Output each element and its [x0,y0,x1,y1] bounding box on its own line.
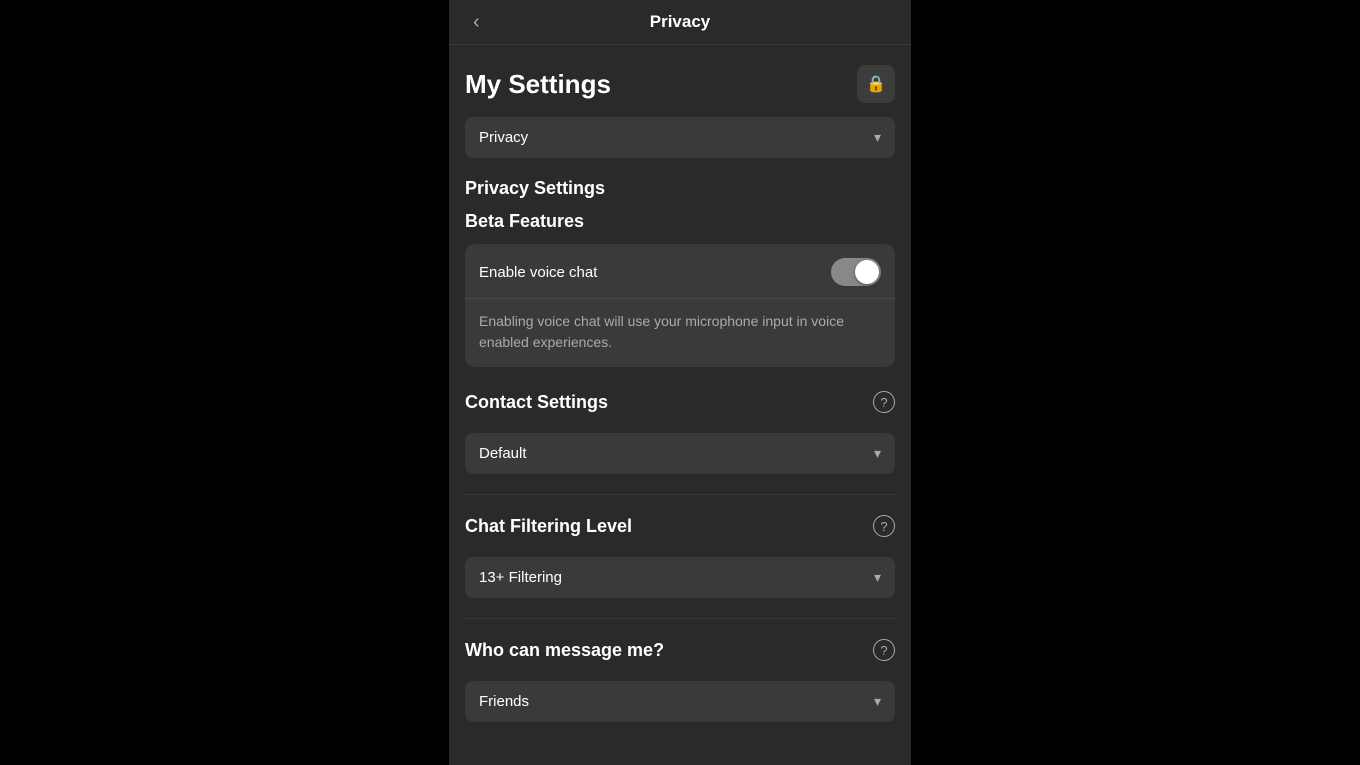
beta-features-card: Enable voice chat Enabling voice chat wi… [465,244,895,367]
contact-settings-section: Contact Settings ? Default ▾ [465,391,895,474]
enable-voice-chat-row: Enable voice chat [465,244,895,299]
who-can-message-help-icon[interactable]: ? [873,639,895,661]
who-can-message-title: Who can message me? [465,640,664,661]
contact-settings-help-icon[interactable]: ? [873,391,895,413]
privacy-dropdown[interactable]: Privacy ▾ [465,117,895,158]
contact-settings-header-row: Contact Settings ? [465,391,895,413]
privacy-dropdown-label: Privacy [479,129,528,146]
chat-filtering-dropdown-label: 13+ Filtering [479,569,562,586]
back-button[interactable]: ‹ [465,7,488,38]
contact-settings-dropdown-label: Default [479,445,527,462]
header-title: Privacy [650,12,711,32]
who-can-message-dropdown[interactable]: Friends ▾ [465,681,895,722]
divider-1 [465,494,895,495]
who-can-message-arrow-icon: ▾ [874,693,881,710]
contact-settings-dropdown[interactable]: Default ▾ [465,433,895,474]
content: My Settings 🔒 Privacy ▾ Privacy Settings… [449,45,911,765]
enable-voice-chat-toggle[interactable] [831,258,881,286]
enable-voice-chat-label: Enable voice chat [479,264,597,281]
chat-filtering-dropdown[interactable]: 13+ Filtering ▾ [465,557,895,598]
lock-button[interactable]: 🔒 [857,65,895,103]
contact-settings-title: Contact Settings [465,392,608,413]
toggle-knob [855,260,879,284]
voice-chat-description: Enabling voice chat will use your microp… [465,299,895,367]
who-can-message-section: Who can message me? ? Friends ▾ [465,639,895,722]
lock-icon: 🔒 [866,74,886,94]
chat-filtering-section: Chat Filtering Level ? 13+ Filtering ▾ [465,515,895,598]
my-settings-title: My Settings [465,69,611,100]
chat-filtering-arrow-icon: ▾ [874,569,881,586]
contact-dropdown-arrow-icon: ▾ [874,445,881,462]
header: ‹ Privacy [449,0,911,45]
chevron-down-icon: ▾ [874,129,881,146]
phone-container: ‹ Privacy My Settings 🔒 Privacy ▾ Privac… [449,0,911,765]
chat-filtering-help-icon[interactable]: ? [873,515,895,537]
my-settings-row: My Settings 🔒 [465,65,895,103]
who-can-message-header-row: Who can message me? ? [465,639,895,661]
chat-filtering-header-row: Chat Filtering Level ? [465,515,895,537]
beta-features-title: Beta Features [465,211,895,232]
divider-2 [465,618,895,619]
privacy-settings-title: Privacy Settings [465,178,895,199]
chat-filtering-title: Chat Filtering Level [465,516,632,537]
back-icon: ‹ [473,11,480,33]
who-can-message-dropdown-label: Friends [479,693,529,710]
